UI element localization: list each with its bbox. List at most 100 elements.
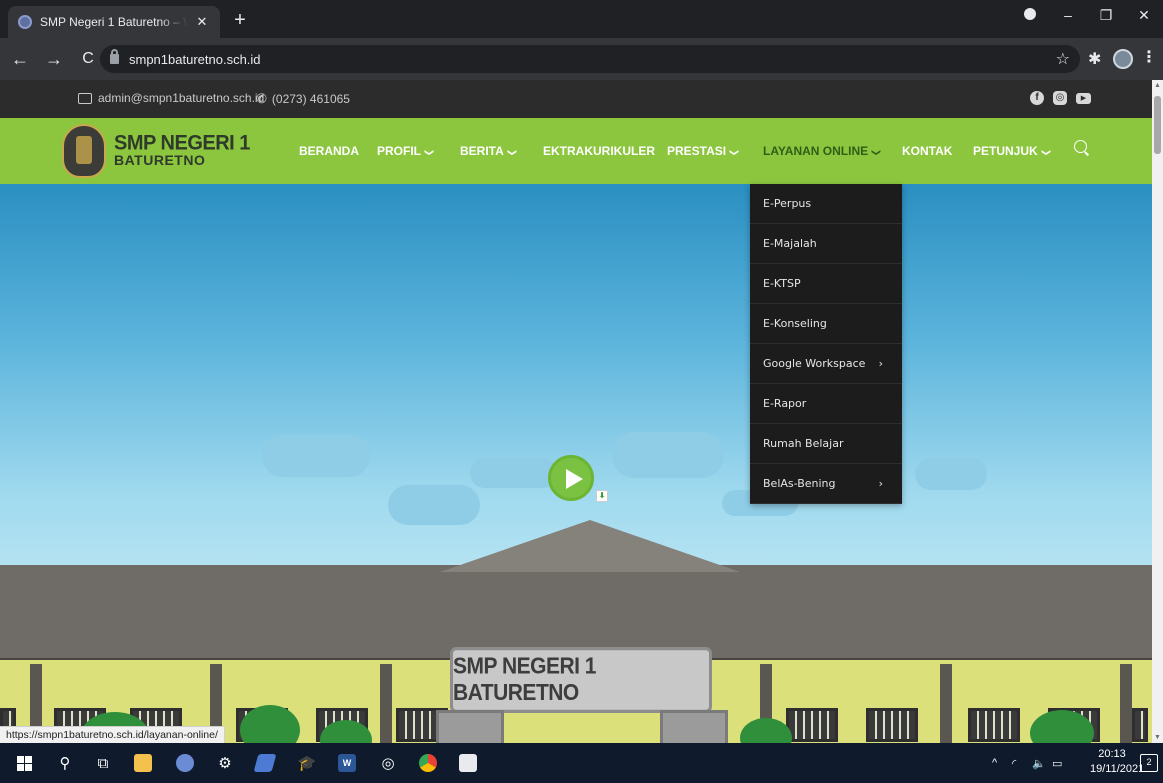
browser-toolbar: ← → C smpn1baturetno.sch.id ☆ ✱ ⋮ [0, 38, 1163, 80]
bookmark-star-icon[interactable]: ☆ [1056, 49, 1070, 69]
browser-tab[interactable]: SMP Negeri 1 Baturetno – Websi ✕ [8, 6, 220, 38]
chevron-down-icon: ❯ [507, 148, 518, 157]
scroll-thumb[interactable] [1154, 96, 1161, 154]
tab-close-icon[interactable]: ✕ [194, 14, 210, 30]
dropdown-item-belas-bening[interactable]: BelAs-Bening › [750, 464, 902, 504]
main-navbar: SMP NEGERI 1 BATURETNO BERANDA PROFIL ❯ B… [0, 118, 1152, 184]
building-window [968, 708, 1020, 742]
circle-app-icon[interactable]: ◎ [378, 753, 398, 773]
minimize-button[interactable]: – [1049, 7, 1087, 23]
search-icon[interactable]: ⚲ [55, 753, 75, 773]
menu-item-petunjuk[interactable]: PETUNJUK ❯ [973, 144, 1051, 158]
chevron-down-icon: ❯ [729, 148, 740, 157]
dropdown-item-rumah-belajar[interactable]: Rumah Belajar [750, 424, 902, 464]
menu-item-beranda[interactable]: BERANDA [299, 144, 359, 158]
youtube-icon[interactable]: ▶ [1076, 93, 1091, 104]
scroll-down-icon[interactable]: ▼ [1152, 734, 1163, 741]
chrome-icon[interactable] [418, 753, 438, 773]
vpn-shield-icon[interactable] [175, 753, 195, 773]
tray-chevron-up-icon[interactable]: ^ [992, 743, 997, 783]
notification-center-icon[interactable]: 2 [1140, 754, 1158, 772]
edit-app-icon[interactable] [253, 753, 277, 773]
dropdown-item-e-ktsp[interactable]: E-KTSP [750, 264, 902, 304]
dropdown-item-google-workspace[interactable]: Google Workspace › [750, 344, 902, 384]
url-text[interactable]: smpn1baturetno.sch.id [129, 52, 1056, 67]
cloud-illustration [915, 458, 987, 490]
menu-item-kontak[interactable]: KONTAK [902, 144, 952, 158]
close-window-button[interactable]: ✕ [1125, 7, 1163, 24]
restore-button[interactable]: ❐ [1087, 7, 1125, 24]
building-window [786, 708, 838, 742]
facebook-icon[interactable]: f [1030, 91, 1044, 105]
menu-item-ektrakurikuler[interactable]: EKTRAKURIKULER [543, 144, 655, 158]
video-play-button[interactable] [548, 455, 594, 501]
address-bar[interactable]: smpn1baturetno.sch.id ☆ [100, 45, 1080, 73]
word-icon[interactable]: W [337, 753, 357, 773]
file-explorer-icon[interactable] [133, 753, 153, 773]
wifi-icon[interactable]: ◜ [1012, 743, 1016, 783]
menu-item-layanan-online[interactable]: LAYANAN ONLINE ❯ [763, 144, 882, 158]
cloud-illustration [470, 458, 558, 488]
profile-menu-icon[interactable] [1011, 7, 1049, 23]
email-text[interactable]: admin@smpn1baturetno.sch.id [98, 91, 264, 105]
lock-icon[interactable] [110, 49, 119, 64]
windows-start-icon[interactable] [14, 753, 34, 773]
menu-item-prestasi[interactable]: PRESTASI ❯ [667, 144, 740, 158]
back-arrow-icon[interactable]: ← [6, 49, 34, 70]
graduation-app-icon[interactable]: 🎓 [297, 753, 317, 773]
dropdown-item-e-majalah[interactable]: E-Majalah [750, 224, 902, 264]
building-window [1132, 708, 1148, 742]
download-extension-icon[interactable]: ⬇ [596, 490, 608, 502]
task-view-icon[interactable]: ⧉ [93, 753, 113, 773]
building-pillar [380, 664, 392, 743]
chevron-right-icon: › [878, 357, 883, 370]
school-logo-icon[interactable] [62, 124, 106, 178]
link-status-bubble: https://smpn1baturetno.sch.id/layanan-on… [0, 726, 225, 743]
phone-text[interactable]: (0273) 461065 [272, 92, 350, 106]
page-scrollbar[interactable]: ▲ ▼ [1152, 80, 1163, 743]
search-icon[interactable] [1074, 140, 1087, 153]
reload-icon[interactable]: C [74, 50, 102, 68]
browser-tab-strip: SMP Negeri 1 Baturetno – Websi ✕ + – ❐ ✕ [0, 0, 1163, 38]
chevron-down-icon: ❯ [424, 148, 435, 157]
building-window [866, 708, 918, 742]
menu-item-profil[interactable]: PROFIL ❯ [377, 144, 435, 158]
new-tab-button[interactable]: + [228, 9, 252, 32]
chevron-right-icon: › [878, 477, 883, 490]
photos-icon[interactable] [458, 753, 478, 773]
social-links: f ◎ ▶ [1030, 91, 1091, 105]
tab-title: SMP Negeri 1 Baturetno – Websi [40, 15, 188, 29]
chevron-down-icon: ❯ [1040, 148, 1051, 157]
cloud-illustration [612, 432, 724, 478]
building-pillar [940, 664, 952, 743]
contact-email[interactable]: admin@smpn1baturetno.sch.id [78, 91, 264, 105]
logo-text-line2[interactable]: BATURETNO [114, 152, 205, 168]
menu-item-berita[interactable]: BERITA ❯ [460, 144, 518, 158]
dropdown-item-e-konseling[interactable]: E-Konseling [750, 304, 902, 344]
building-roof [0, 565, 1152, 660]
instagram-icon[interactable]: ◎ [1053, 91, 1067, 105]
extensions-puzzle-icon[interactable]: ✱ [1088, 49, 1101, 69]
dropdown-item-e-rapor[interactable]: E-Rapor [750, 384, 902, 424]
gate-roof [440, 520, 740, 572]
cloud-illustration [388, 485, 480, 525]
chevron-down-icon: ❯ [871, 148, 882, 157]
chrome-menu-icon[interactable]: ⋮ [1141, 47, 1157, 67]
clock-date: 19/11/2021 [1090, 763, 1145, 775]
profile-avatar[interactable] [1113, 49, 1133, 69]
dropdown-item-e-perpus[interactable]: E-Perpus [750, 184, 902, 224]
settings-gear-icon[interactable]: ⚙ [215, 753, 235, 773]
gate-post [436, 710, 504, 743]
battery-icon[interactable]: ▭ [1052, 743, 1062, 783]
forward-arrow-icon[interactable]: → [40, 49, 68, 70]
contact-phone[interactable]: ✆ (0273) 461065 [256, 91, 350, 107]
mail-icon [78, 92, 92, 104]
top-info-bar: admin@smpn1baturetno.sch.id ✆ (0273) 461… [0, 80, 1152, 118]
volume-icon[interactable]: 🔈 [1032, 743, 1046, 783]
scroll-up-icon[interactable]: ▲ [1152, 82, 1163, 89]
taskbar-clock[interactable]: 20:13 19/11/2021 [1090, 747, 1145, 777]
phone-icon: ✆ [256, 91, 267, 106]
layanan-online-dropdown: E-Perpus E-Majalah E-KTSP E-Konseling Go… [750, 184, 902, 504]
window-controls: – ❐ ✕ [1011, 0, 1163, 30]
site-favicon-icon [18, 15, 32, 29]
